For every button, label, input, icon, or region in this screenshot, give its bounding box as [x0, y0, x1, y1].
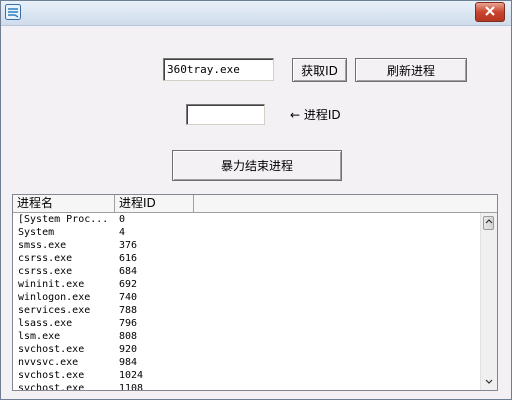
pid-arrow-label: ← 进程ID — [290, 108, 341, 122]
list-header: 进程名 进程ID — [13, 195, 497, 213]
process-id-cell: 4 — [119, 227, 126, 238]
process-id-cell: 984 — [119, 357, 138, 368]
table-row[interactable]: lsm.exe 808 — [13, 330, 481, 343]
process-name-cell: winlogon.exe — [18, 292, 91, 303]
scroll-down-button[interactable] — [481, 374, 497, 390]
process-id-cell: 788 — [119, 305, 138, 316]
process-name-cell: csrss.exe — [18, 253, 73, 264]
process-id-cell: 740 — [119, 292, 138, 303]
process-name-cell: svchost.exe — [18, 344, 85, 355]
table-row[interactable]: wininit.exe 692 — [13, 278, 481, 291]
table-row[interactable]: services.exe 788 — [13, 304, 481, 317]
process-name-input[interactable]: 360tray.exe — [163, 58, 274, 81]
table-row[interactable]: nvvsvc.exe 984 — [13, 356, 481, 369]
get-id-button[interactable]: 获取ID — [292, 58, 347, 82]
process-id-cell: 796 — [119, 318, 138, 329]
process-name-cell: lsm.exe — [18, 331, 61, 342]
process-id-cell: 616 — [119, 253, 138, 264]
table-row[interactable]: smss.exe 376 — [13, 239, 481, 252]
main-window: 360tray.exe 获取ID 刷新进程 ← 进程ID 暴力结束进程 进程名 … — [0, 0, 512, 400]
process-id-cell: 0 — [119, 214, 126, 225]
process-id-cell: 808 — [119, 331, 138, 342]
process-name-cell: svchost.exe — [18, 370, 85, 381]
table-row[interactable]: System 4 — [13, 226, 481, 239]
pid-output-field[interactable] — [186, 104, 265, 125]
process-id-cell: 1108 — [119, 383, 144, 390]
scroll-up-button[interactable] — [481, 213, 497, 230]
process-name-cell: lsass.exe — [18, 318, 73, 329]
column-header-pid[interactable]: 进程ID — [115, 195, 194, 212]
process-name-cell: csrss.exe — [18, 266, 73, 277]
table-row[interactable]: svchost.exe 920 — [13, 343, 481, 356]
close-button[interactable] — [475, 2, 505, 22]
table-row[interactable]: svchost.exe 1024 — [13, 369, 481, 382]
process-id-cell: 692 — [119, 279, 138, 290]
table-row[interactable]: svchost.exe 1108 — [13, 382, 481, 390]
vertical-scrollbar[interactable] — [480, 213, 497, 390]
process-name-cell: smss.exe — [18, 240, 67, 251]
title-bar[interactable] — [1, 1, 511, 26]
process-id-cell: 920 — [119, 344, 138, 355]
list-body: [System Proc... 0 System 4 smss.exe 376 csrss.… — [13, 213, 481, 390]
table-row[interactable]: [System Proc... 0 — [13, 213, 481, 226]
process-name-cell: wininit.exe — [18, 279, 85, 290]
refresh-processes-button[interactable]: 刷新进程 — [355, 58, 467, 82]
process-name-cell: svchost.exe — [18, 383, 85, 390]
process-name-cell: services.exe — [18, 305, 91, 316]
table-row[interactable]: csrss.exe 616 — [13, 252, 481, 265]
column-header-name[interactable]: 进程名 — [13, 195, 115, 212]
process-id-cell: 1024 — [119, 370, 144, 381]
chevron-down-icon — [485, 379, 493, 384]
process-list[interactable]: 进程名 进程ID [System Proc... 0 System 4 smss.exe… — [12, 194, 498, 391]
force-kill-button[interactable]: 暴力结束进程 — [172, 150, 342, 181]
process-id-cell: 684 — [119, 266, 138, 277]
process-name-cell: System — [18, 227, 55, 238]
chevron-up-icon — [485, 219, 493, 224]
process-id-cell: 376 — [119, 240, 138, 251]
process-name-cell: nvvsvc.exe — [18, 357, 79, 368]
close-icon — [485, 6, 495, 16]
app-icon[interactable] — [5, 4, 21, 20]
table-row[interactable]: winlogon.exe 740 — [13, 291, 481, 304]
table-row[interactable]: lsass.exe 796 — [13, 317, 481, 330]
process-name-cell: [System Proc... — [18, 214, 109, 225]
table-row[interactable]: csrss.exe 684 — [13, 265, 481, 278]
